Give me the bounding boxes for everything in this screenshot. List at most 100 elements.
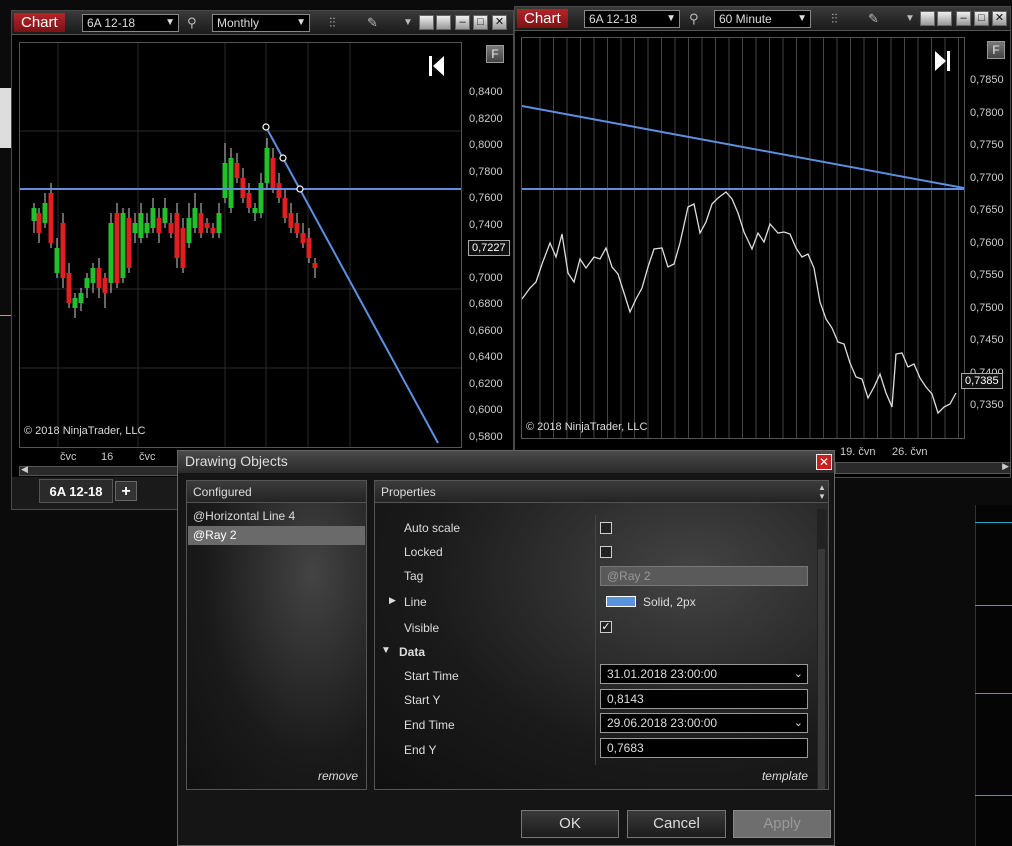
- close-icon[interactable]: ✕: [492, 15, 507, 30]
- horizontal-scrollbar[interactable]: ◀: [19, 464, 184, 476]
- candle: [108, 223, 114, 283]
- close-icon[interactable]: ✕: [816, 454, 832, 470]
- locked-label: Locked: [404, 545, 443, 559]
- jump-to-end-icon[interactable]: [933, 50, 951, 72]
- candle: [84, 278, 90, 288]
- maximize-icon[interactable]: □: [974, 11, 989, 26]
- tile-icon[interactable]: [419, 15, 434, 30]
- candle: [66, 273, 72, 303]
- interval-selector[interactable]: 60 Minute ▼: [714, 10, 811, 28]
- horizontal-scrollbar[interactable]: ▶: [835, 461, 1011, 474]
- y-tick-label: 0,7600: [970, 236, 1004, 249]
- expand-arrow-icon[interactable]: ▶: [389, 595, 396, 606]
- candle: [120, 213, 126, 278]
- chart-tab[interactable]: 6A 12-18: [39, 479, 113, 503]
- apply-button[interactable]: Apply: [733, 810, 831, 838]
- line-label: Line: [404, 595, 427, 609]
- candle: [48, 193, 54, 243]
- candle: [78, 293, 84, 303]
- bar-style-icon[interactable]: ⫶⫶: [329, 15, 336, 31]
- tile-icon[interactable]: [436, 15, 451, 30]
- tag-field[interactable]: @Ray 2: [600, 566, 808, 586]
- start-y-field[interactable]: 0,8143: [600, 689, 808, 709]
- y-tick-label: 0,8000: [469, 139, 503, 151]
- properties-header: Properties: [375, 481, 828, 503]
- remove-link[interactable]: remove: [318, 769, 358, 783]
- chart-menu-button[interactable]: Chart: [14, 13, 65, 32]
- last-price-tag: 0,7227: [468, 240, 510, 256]
- list-item-selected[interactable]: @Ray 2: [188, 526, 365, 545]
- minimize-icon[interactable]: –: [455, 15, 470, 30]
- candle: [72, 298, 78, 308]
- candle: [252, 208, 258, 213]
- dropdown-arrow-icon[interactable]: ▼: [905, 11, 915, 27]
- bar-style-icon[interactable]: ⫶⫶: [831, 11, 838, 27]
- line-value[interactable]: Solid, 2px: [643, 595, 696, 609]
- background-line: [975, 693, 1012, 694]
- chevron-down-icon: ▼: [165, 17, 175, 28]
- line-color-swatch[interactable]: [606, 596, 636, 607]
- ray-anchor-point[interactable]: [262, 123, 270, 131]
- f-button[interactable]: F: [486, 45, 504, 63]
- start-time-picker[interactable]: 31.01.2018 23:00:00 ⌄: [600, 664, 808, 684]
- end-time-picker[interactable]: 29.06.2018 23:00:00 ⌄: [600, 713, 808, 733]
- dropdown-arrow-icon[interactable]: ▼: [403, 15, 413, 31]
- data-section-label: Data: [399, 645, 426, 659]
- ray-anchor-point[interactable]: [296, 185, 304, 193]
- minimize-icon[interactable]: –: [956, 11, 971, 26]
- candle: [150, 208, 156, 228]
- tile-icon[interactable]: [920, 11, 935, 26]
- candle: [180, 228, 186, 268]
- search-icon[interactable]: ⚲: [187, 15, 197, 31]
- left-price-plot[interactable]: F © 2018 NinjaTrader, LLC: [19, 42, 462, 448]
- list-item[interactable]: @Horizontal Line 4: [188, 507, 365, 526]
- close-icon[interactable]: ✕: [992, 11, 1007, 26]
- copyright-text: © 2018 NinjaTrader, LLC: [526, 421, 648, 433]
- candle: [300, 233, 306, 243]
- candle: [42, 203, 48, 223]
- pencil-icon[interactable]: ✎: [367, 15, 378, 31]
- right-price-plot[interactable]: © 2018 NinjaTrader, LLC: [521, 37, 965, 439]
- candle: [234, 163, 240, 178]
- jump-to-end-icon[interactable]: [428, 55, 446, 77]
- chevron-down-icon: ▼: [797, 13, 807, 24]
- scroll-right-icon[interactable]: ▶: [1002, 461, 1009, 472]
- template-link[interactable]: template: [762, 769, 808, 783]
- visible-label: Visible: [404, 621, 440, 635]
- candle: [90, 268, 96, 283]
- chart-menu-button[interactable]: Chart: [517, 9, 568, 28]
- properties-panel: Properties ▲ ▼ Auto scale Locked Tag @Ray…: [374, 480, 829, 790]
- search-icon[interactable]: ⚲: [689, 11, 699, 27]
- f-button[interactable]: F: [987, 41, 1005, 59]
- ray-drawing[interactable]: [265, 126, 439, 444]
- ok-button[interactable]: OK: [521, 810, 619, 838]
- properties-scroll-up[interactable]: ▲ ▼: [817, 483, 827, 501]
- interval-selector[interactable]: Monthly ▼: [212, 14, 310, 32]
- visible-checkbox[interactable]: ✓: [600, 621, 612, 633]
- candle: [31, 208, 37, 221]
- tile-icon[interactable]: [937, 11, 952, 26]
- y-tick-label: 0,8400: [469, 86, 503, 98]
- ray-anchor-point[interactable]: [279, 154, 287, 162]
- y-tick-label: 0,7850: [970, 74, 1004, 86]
- candle: [222, 163, 228, 198]
- collapse-arrow-icon[interactable]: ▼: [381, 645, 391, 656]
- candle: [312, 263, 318, 268]
- auto-scale-checkbox[interactable]: [600, 522, 612, 534]
- chevron-down-icon: ⌄: [793, 717, 803, 729]
- vertical-scrollbar[interactable]: [817, 509, 827, 789]
- add-tab-button[interactable]: +: [115, 481, 137, 501]
- locked-checkbox[interactable]: [600, 546, 612, 558]
- instrument-selector[interactable]: 6A 12-18 ▼: [584, 10, 680, 28]
- end-y-field[interactable]: 0,7683: [600, 738, 808, 758]
- candle: [192, 208, 198, 228]
- candle: [168, 223, 174, 233]
- candle: [282, 198, 288, 218]
- cancel-button[interactable]: Cancel: [627, 810, 726, 838]
- y-tick-label: 0,7550: [970, 269, 1004, 281]
- scroll-left-icon[interactable]: ◀: [21, 464, 28, 475]
- y-tick-label: 0,8200: [469, 112, 503, 125]
- pencil-icon[interactable]: ✎: [868, 11, 879, 27]
- maximize-icon[interactable]: □: [473, 15, 488, 30]
- instrument-selector[interactable]: 6A 12-18 ▼: [82, 14, 179, 32]
